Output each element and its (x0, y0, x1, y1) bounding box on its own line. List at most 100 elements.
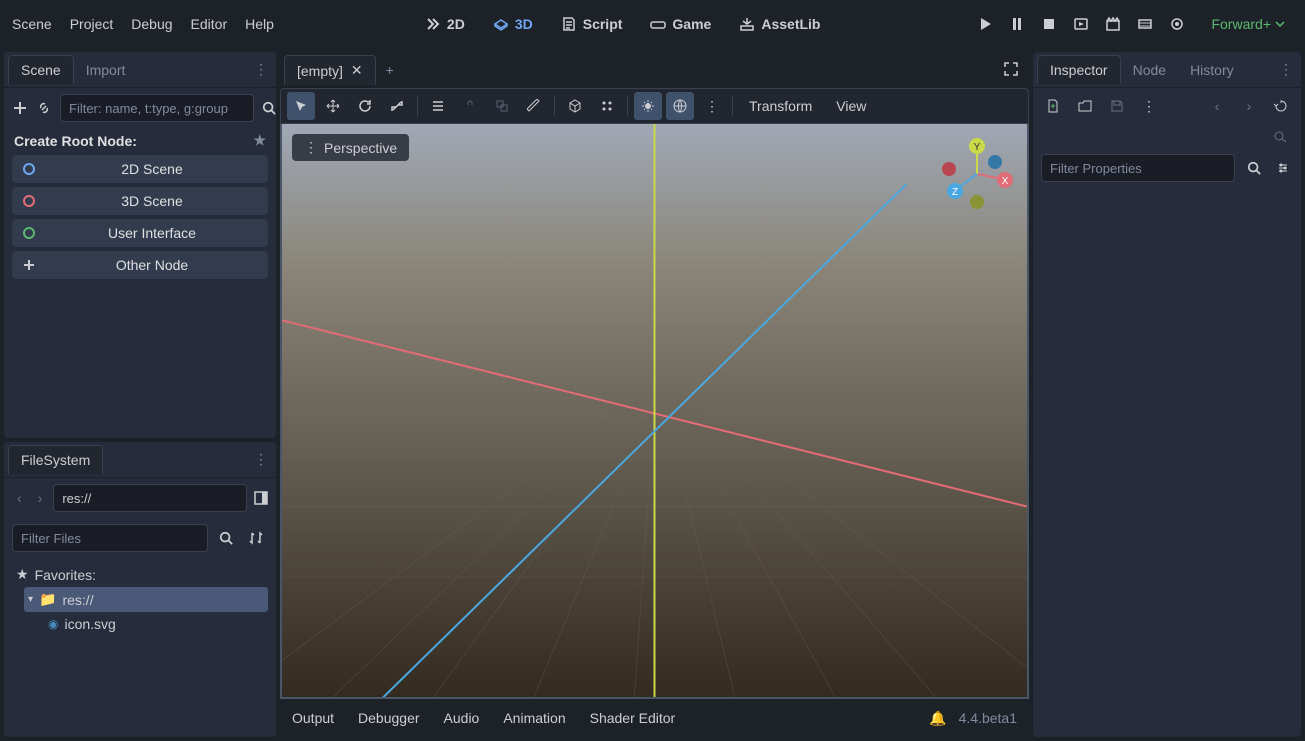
tab-debugger[interactable]: Debugger (358, 710, 420, 726)
stop-button[interactable] (1035, 10, 1063, 38)
menu-editor[interactable]: Editor (191, 16, 228, 32)
tab-output[interactable]: Output (292, 710, 334, 726)
menu-debug[interactable]: Debug (131, 16, 172, 32)
close-tab-button[interactable]: ✕ (351, 62, 363, 79)
play-scene-button[interactable] (1067, 10, 1095, 38)
3d-viewport[interactable]: ⋮ Perspective X Y Z (280, 124, 1029, 699)
tab-history[interactable]: History (1178, 56, 1246, 84)
fs-tabs: FileSystem ⋮ (4, 442, 276, 478)
separator (627, 96, 628, 116)
fs-prev-button[interactable]: ‹ (12, 486, 27, 510)
tab-inspector[interactable]: Inspector (1037, 55, 1121, 84)
folder-open-icon (1078, 99, 1092, 113)
renderer-button[interactable]: Forward+ (1203, 12, 1293, 36)
sun-button[interactable] (634, 92, 662, 120)
create-ui-label: User Interface (46, 225, 258, 241)
rotate-tool-button[interactable] (351, 92, 379, 120)
create-ui-button[interactable]: User Interface (12, 219, 268, 247)
fs-file-icon-svg[interactable]: ◉ icon.svg (44, 612, 268, 636)
pause-button[interactable] (1003, 10, 1031, 38)
environment-button[interactable] (666, 92, 694, 120)
perspective-button[interactable]: ⋮ Perspective (292, 134, 409, 161)
save-resource-button[interactable] (1105, 94, 1129, 118)
tab-audio[interactable]: Audio (444, 710, 480, 726)
fs-filter-input[interactable] (12, 524, 208, 552)
add-node-button[interactable] (12, 96, 28, 120)
fs-search-button[interactable] (214, 526, 238, 550)
lock-tool-button[interactable] (456, 92, 484, 120)
scene-filter-input[interactable] (60, 94, 254, 122)
inspector-more-button[interactable]: ⋮ (1137, 94, 1161, 118)
new-resource-button[interactable] (1041, 94, 1065, 118)
mode-script-button[interactable]: Script (551, 12, 633, 36)
tab-node[interactable]: Node (1121, 56, 1178, 84)
menu-scene[interactable]: Scene (12, 16, 52, 32)
play-button[interactable] (971, 10, 999, 38)
scene-panel: Scene Import ⋮ ⋮ Create Root Node: ★ 2D … (4, 52, 276, 438)
fs-root-folder[interactable]: ▾ 📁 res:// (24, 587, 268, 612)
inspector-next-button[interactable]: › (1237, 94, 1261, 118)
scene-toolbar: ⋮ (4, 88, 276, 128)
scene-tab-empty[interactable]: [empty] ✕ (284, 55, 376, 85)
scene-panel-menu[interactable]: ⋮ (250, 59, 272, 80)
camera-button[interactable] (1163, 10, 1191, 38)
create-other-button[interactable]: Other Node (12, 251, 268, 279)
mode-assetlib-button[interactable]: AssetLib (729, 12, 830, 36)
expand-viewport-button[interactable] (997, 55, 1025, 86)
inspector-prev-button[interactable]: ‹ (1205, 94, 1229, 118)
create-2d-label: 2D Scene (46, 161, 258, 177)
move-tool-button[interactable] (319, 92, 347, 120)
favorite-icon[interactable]: ★ (253, 132, 266, 149)
inspector-panel-menu[interactable]: ⋮ (1275, 59, 1297, 80)
fs-split-button[interactable] (253, 486, 268, 510)
tab-animation[interactable]: Animation (503, 710, 565, 726)
create-3d-scene-button[interactable]: 3D Scene (12, 187, 268, 215)
godot-file-icon: ◉ (48, 617, 58, 631)
select-tool-button[interactable] (287, 92, 315, 120)
tab-scene[interactable]: Scene (8, 55, 74, 84)
ruler-icon (527, 99, 541, 113)
tab-shader[interactable]: Shader Editor (590, 710, 676, 726)
mode-2d-button[interactable]: 2D (415, 12, 475, 36)
mode-3d-button[interactable]: 3D (483, 12, 543, 36)
menu-project[interactable]: Project (70, 16, 114, 32)
transform-menu[interactable]: Transform (739, 94, 822, 118)
inspector-tabs: Inspector Node History ⋮ (1033, 52, 1301, 88)
tab-filesystem[interactable]: FileSystem (8, 445, 103, 474)
scene-search-button[interactable] (262, 96, 276, 120)
scale-tool-button[interactable] (383, 92, 411, 120)
inspector-filter-input[interactable] (1041, 154, 1235, 182)
load-resource-button[interactable] (1073, 94, 1097, 118)
inspector-settings-button[interactable] (1272, 156, 1293, 180)
chevron-down-icon (1275, 19, 1285, 29)
add-scene-tab-button[interactable]: + (376, 56, 404, 84)
doc-button[interactable] (1269, 124, 1293, 148)
tab-import[interactable]: Import (74, 56, 138, 84)
snap-grid-button[interactable] (593, 92, 621, 120)
notification-icon[interactable]: 🔔 (929, 710, 946, 727)
stop-icon (1041, 16, 1057, 32)
mode-game-button[interactable]: Game (640, 12, 721, 36)
axis-gizmo[interactable]: X Y Z (937, 134, 1017, 214)
link-button[interactable] (36, 96, 52, 120)
inspector-search-button[interactable] (1243, 156, 1264, 180)
inspector-history-button[interactable] (1269, 94, 1293, 118)
viewport-menu-button[interactable]: ⋮ (698, 92, 726, 120)
play-custom-button[interactable] (1099, 10, 1127, 38)
ruler-tool-button[interactable] (520, 92, 548, 120)
fs-panel-menu[interactable]: ⋮ (250, 449, 272, 470)
fs-sort-button[interactable] (244, 526, 268, 550)
snap-3d-button[interactable] (561, 92, 589, 120)
list-tool-button[interactable] (424, 92, 452, 120)
fs-next-button[interactable]: › (33, 486, 48, 510)
menu-help[interactable]: Help (245, 16, 274, 32)
group-tool-button[interactable] (488, 92, 516, 120)
fs-path-input[interactable] (53, 484, 247, 512)
movie-maker-button[interactable] (1131, 10, 1159, 38)
play-scene-icon (1073, 16, 1089, 32)
view-menu[interactable]: View (826, 94, 876, 118)
create-2d-scene-button[interactable]: 2D Scene (12, 155, 268, 183)
fs-favorites[interactable]: ★ Favorites: (12, 562, 268, 587)
create-other-label: Other Node (46, 257, 258, 273)
fs-filter-row (4, 518, 276, 558)
